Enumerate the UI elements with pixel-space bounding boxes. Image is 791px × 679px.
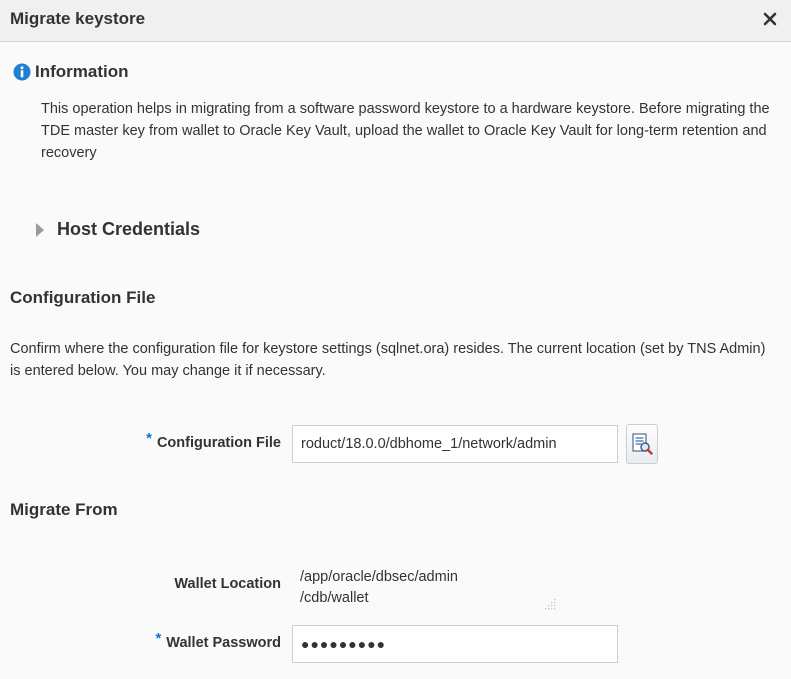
dialog-title: Migrate keystore [10, 9, 146, 28]
wallet-password-input[interactable]: ●●●●●●●●● [292, 625, 618, 663]
configuration-file-description: Confirm where the configuration file for… [10, 341, 766, 379]
host-credentials-toggle[interactable]: Host Credentials [35, 219, 200, 240]
dialog-titlebar: Migrate keystore [0, 0, 791, 42]
required-marker: * [146, 430, 152, 447]
wallet-location-line-1: /app/oracle/dbsec/admin [300, 569, 458, 585]
information-title: Information [35, 62, 129, 81]
wallet-location-line-2: /cdb/wallet [300, 590, 369, 606]
browse-configuration-file-button[interactable] [626, 424, 658, 464]
disclosure-triangle-icon [36, 222, 44, 237]
information-header: Information [13, 62, 129, 82]
wallet-location-label: Wallet Location [174, 576, 281, 592]
required-marker: * [155, 630, 162, 647]
host-credentials-label: Host Credentials [57, 219, 201, 239]
info-icon [13, 63, 31, 81]
migrate-from-heading: Migrate From [10, 500, 118, 519]
configuration-file-label: * Configuration File [146, 430, 281, 451]
close-icon [763, 12, 777, 26]
information-text: This operation helps in migrating from a… [41, 101, 770, 161]
resize-grip-icon [545, 599, 556, 610]
wallet-password-label: * Wallet Password [155, 630, 281, 651]
wallet-password-value: ●●●●●●●●● [301, 636, 387, 652]
search-document-icon [632, 433, 653, 455]
configuration-file-heading: Configuration File [10, 288, 156, 307]
wallet-password-label-text: Wallet Password [166, 635, 281, 651]
configuration-file-input[interactable]: roduct/18.0.0/dbhome_1/network/admin [292, 425, 618, 463]
configuration-file-label-text: Configuration File [156, 435, 281, 451]
close-button[interactable] [757, 6, 783, 32]
wallet-location-value: /app/oracle/dbsec/admin /cdb/wallet [300, 567, 458, 609]
